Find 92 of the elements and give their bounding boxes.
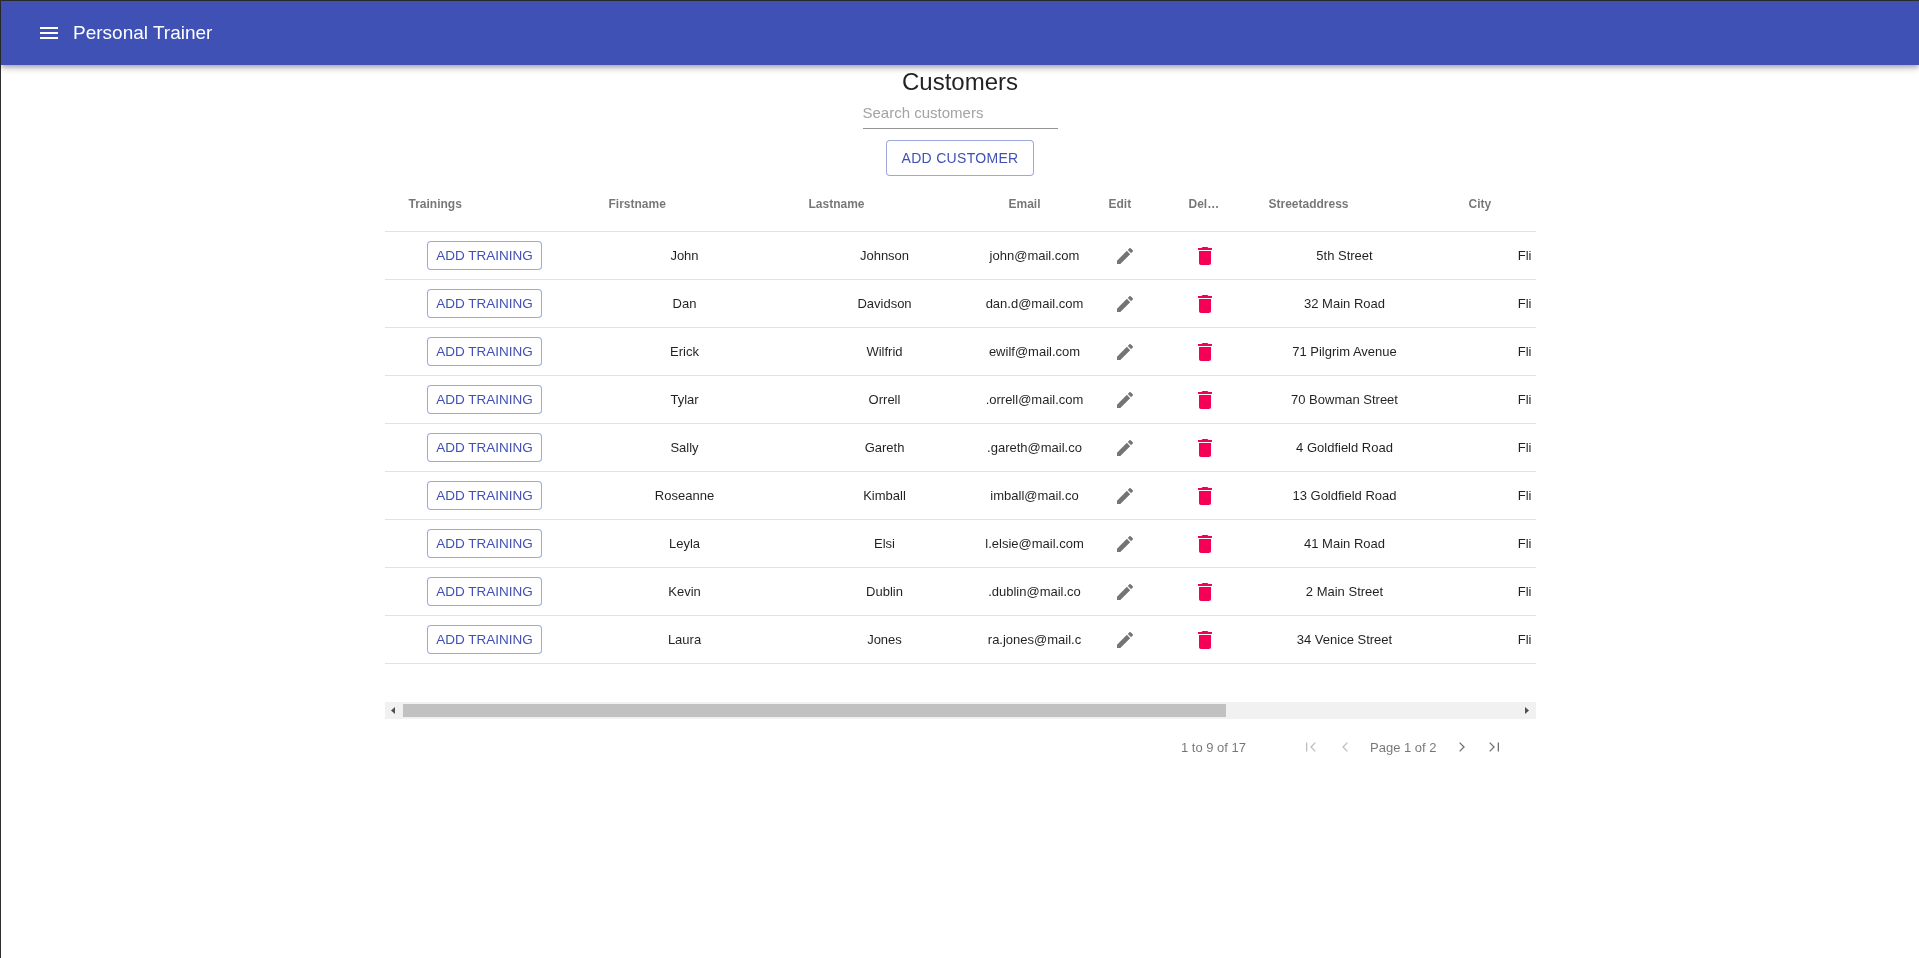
horizontal-scrollbar[interactable] (384, 702, 1536, 719)
trash-icon[interactable] (1197, 582, 1212, 601)
table-cell: Elsi (874, 536, 895, 551)
trash-icon[interactable] (1197, 390, 1212, 409)
table-cell: ra.jones@mail.c (987, 632, 1082, 647)
table-cell: Leyla (668, 536, 701, 551)
table-cell: Kevin (668, 584, 701, 599)
pencil-icon[interactable] (1116, 487, 1133, 504)
table-cell: Roseanne (654, 488, 715, 503)
table-cell: .orrell@mail.com (985, 392, 1084, 407)
pencil-icon[interactable] (1116, 247, 1133, 264)
column-header[interactable]: Del… (1188, 196, 1220, 211)
table-cell: 4 Goldfield Road (1296, 440, 1393, 455)
column-header[interactable]: City (1468, 196, 1492, 211)
table-cell: Fli (1517, 344, 1532, 359)
add-training-button[interactable]: ADD TRAINING (427, 385, 542, 414)
pencil-icon[interactable] (1116, 343, 1133, 360)
table-cell: 34 Venice Street (1296, 632, 1393, 647)
table-cell: 13 Goldfield Road (1292, 488, 1397, 503)
trash-icon[interactable] (1197, 294, 1212, 313)
table-cell: 5th Street (1316, 248, 1373, 263)
table-cell: Fli (1517, 392, 1532, 407)
table-cell: Kimball (863, 488, 906, 503)
pencil-icon[interactable] (1116, 583, 1133, 600)
table-cell: Dan (672, 296, 697, 311)
scroll-right-arrow-icon[interactable] (1525, 707, 1529, 714)
table-cell: Fli (1517, 296, 1532, 311)
table-cell: 32 Main Road (1304, 296, 1385, 311)
add-training-button[interactable]: ADD TRAINING (427, 289, 542, 318)
column-header[interactable]: Email (1008, 196, 1041, 211)
chevron-right-icon[interactable] (1458, 742, 1465, 752)
table-cell: 2 Main Street (1305, 584, 1384, 599)
table-cell: dan.d@mail.com (985, 296, 1084, 311)
trash-icon[interactable] (1197, 630, 1212, 649)
page-indicator: Page 1 of 2 (1370, 739, 1437, 755)
table-cell: l.elsie@mail.com (985, 536, 1084, 551)
table-cell: Wilfrid (866, 344, 903, 359)
table-cell: Erick (670, 344, 699, 359)
table-cell: Johnson (859, 248, 910, 263)
table-cell: Fli (1517, 632, 1532, 647)
table-cell: Dublin (866, 584, 903, 599)
pencil-icon[interactable] (1116, 535, 1133, 552)
column-header[interactable]: Edit (1108, 196, 1132, 211)
table-cell: Fli (1517, 440, 1532, 455)
table-cell: .gareth@mail.co (987, 440, 1082, 455)
add-training-button[interactable]: ADD TRAINING (427, 577, 542, 606)
table-cell: Sally (670, 440, 699, 455)
add-training-button[interactable]: ADD TRAINING (427, 337, 542, 366)
column-header[interactable]: Firstname (608, 196, 666, 211)
table-cell: John (670, 248, 699, 263)
row-count-summary: 1 to 9 of 17 (1180, 739, 1246, 755)
pencil-icon[interactable] (1116, 295, 1133, 312)
table-cell: Fli (1517, 488, 1532, 503)
table-cell: ewilf@mail.com (988, 344, 1081, 359)
table-cell: Jones (867, 632, 902, 647)
table-cell: Fli (1517, 248, 1532, 263)
pencil-icon[interactable] (1116, 391, 1133, 408)
add-training-button[interactable]: ADD TRAINING (427, 481, 542, 510)
pencil-icon[interactable] (1116, 631, 1133, 648)
table-cell: Gareth (864, 440, 905, 455)
add-customer-button[interactable]: ADD CUSTOMER (885, 140, 1035, 176)
trash-icon[interactable] (1197, 486, 1212, 505)
scroll-left-arrow-icon[interactable] (391, 707, 395, 714)
scrollbar-thumb[interactable] (402, 704, 1226, 717)
add-training-button[interactable]: ADD TRAINING (427, 625, 542, 654)
column-header[interactable]: Lastname (808, 196, 865, 211)
table-cell: 70 Bowman Street (1291, 392, 1398, 407)
page-title: Customers (902, 68, 1018, 96)
column-header[interactable]: Streetaddress (1268, 196, 1349, 211)
add-training-button[interactable]: ADD TRAINING (427, 433, 542, 462)
table-cell: Fli (1517, 536, 1532, 551)
column-header[interactable]: Trainings (408, 196, 462, 211)
table-cell: .dublin@mail.co (988, 584, 1081, 599)
pencil-icon[interactable] (1116, 439, 1133, 456)
last-page-icon[interactable] (1488, 742, 1499, 752)
table-cell: Davidson (857, 296, 912, 311)
table-cell: 71 Pilgrim Avenue (1292, 344, 1397, 359)
table-cell: Laura (667, 632, 702, 647)
table-cell: 41 Main Road (1304, 536, 1385, 551)
table-cell: Orrell (868, 392, 901, 407)
app-title: Personal Trainer (73, 22, 213, 44)
trash-icon[interactable] (1197, 246, 1212, 265)
trash-icon[interactable] (1197, 342, 1212, 361)
table-cell: imball@mail.co (990, 488, 1079, 503)
table-cell: Fli (1517, 584, 1532, 599)
trash-icon[interactable] (1197, 438, 1212, 457)
add-training-button[interactable]: ADD TRAINING (427, 529, 542, 558)
add-training-button[interactable]: ADD TRAINING (427, 241, 542, 270)
trash-icon[interactable] (1197, 534, 1212, 553)
menu-icon[interactable] (40, 27, 58, 39)
table-cell: john@mail.com (989, 248, 1080, 263)
table-cell: Tylar (670, 392, 699, 407)
